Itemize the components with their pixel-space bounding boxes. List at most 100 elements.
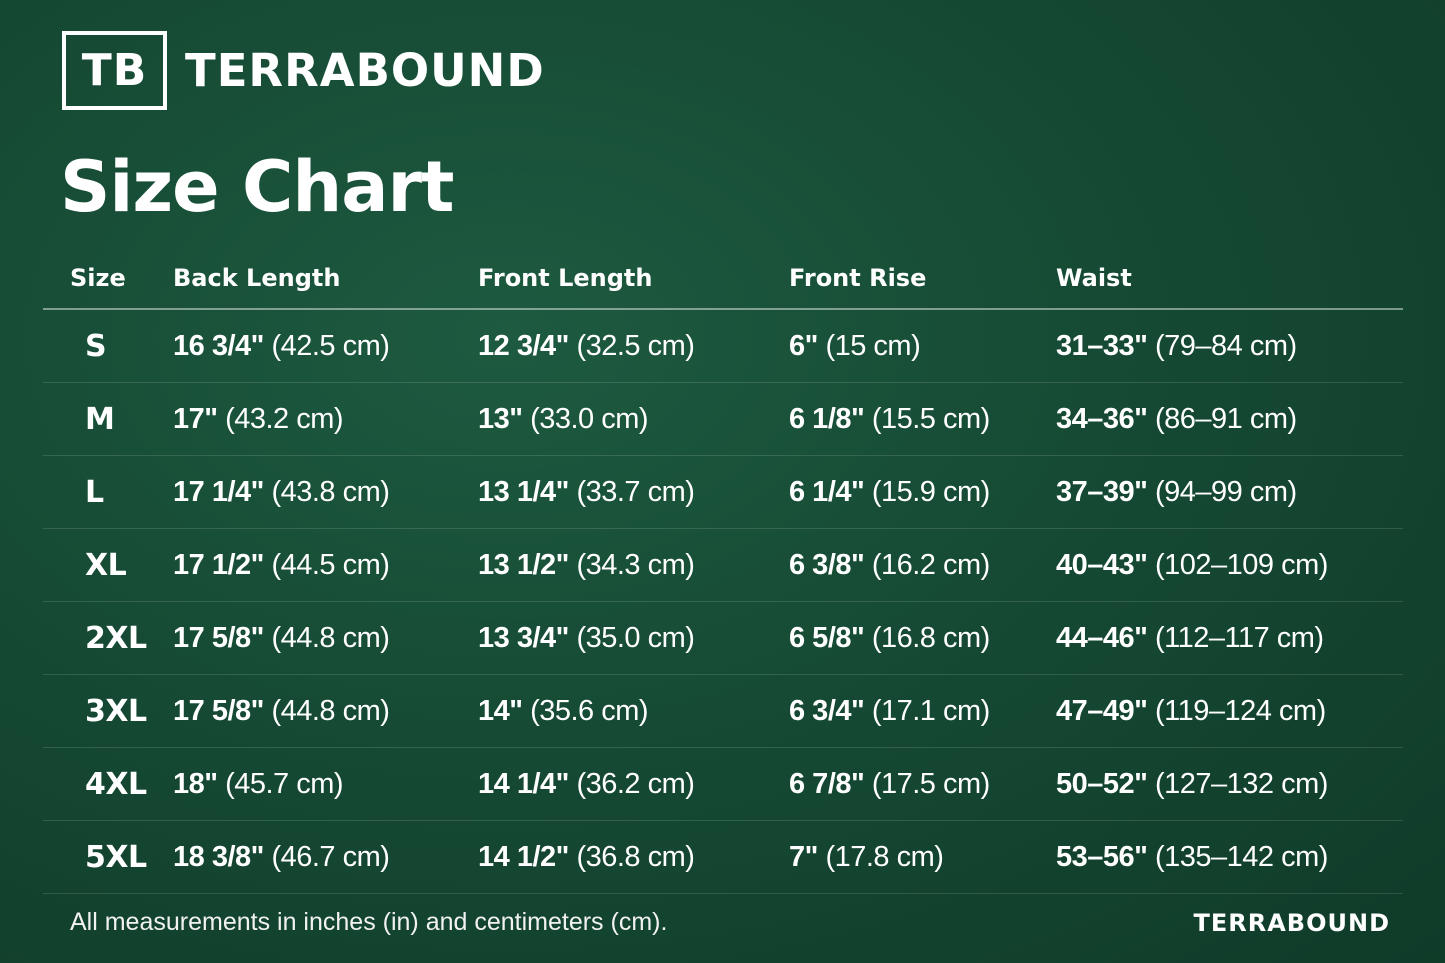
back-length-cm: (45.7 cm) — [225, 767, 344, 800]
back-length-in: 17 1/4" — [173, 475, 264, 508]
front-rise-cell: 6 3/4" (17.1 cm) — [789, 674, 1056, 748]
waist-cell: 34–36" (86–91 cm) — [1056, 382, 1403, 456]
measurement-footnote: All measurements in inches (in) and cent… — [70, 908, 668, 936]
size-cell: 4XL — [43, 747, 173, 821]
front-length-in: 14 1/4" — [478, 767, 569, 800]
front-length-cm: (36.2 cm) — [576, 767, 695, 800]
front-rise-cm: (17.8 cm) — [825, 840, 944, 873]
size-cell: 3XL — [43, 674, 173, 748]
front-rise-cm: (16.2 cm) — [871, 548, 990, 581]
page-title: Size Chart — [60, 146, 454, 228]
size-cell: L — [43, 455, 173, 529]
waist-cm: (127–132 cm) — [1154, 767, 1328, 800]
back-length-cell: 17 5/8" (44.8 cm) — [173, 601, 478, 675]
brand-logo: TB TERRABOUND — [62, 31, 545, 110]
back-length-cell: 17 5/8" (44.8 cm) — [173, 674, 478, 748]
table-row: 2XL 17 5/8" (44.8 cm) 13 3/4" (35.0 cm) … — [43, 601, 1403, 675]
front-length-cell: 13 3/4" (35.0 cm) — [478, 601, 789, 675]
size-cell: XL — [43, 528, 173, 602]
waist-cm: (119–124 cm) — [1154, 694, 1326, 727]
waist-in: 31–33" — [1056, 329, 1148, 362]
waist-cm: (135–142 cm) — [1154, 840, 1328, 873]
waist-in: 37–39" — [1056, 475, 1148, 508]
back-length-cell: 18" (45.7 cm) — [173, 747, 478, 821]
table-row: M 17" (43.2 cm) 13" (33.0 cm) 6 1/8" (15… — [43, 382, 1403, 456]
waist-cell: 44–46" (112–117 cm) — [1056, 601, 1403, 675]
table-row: L 17 1/4" (43.8 cm) 13 1/4" (33.7 cm) 6 … — [43, 455, 1403, 529]
back-length-cell: 18 3/8" (46.7 cm) — [173, 820, 478, 894]
waist-in: 34–36" — [1056, 402, 1148, 435]
size-chart-table: Size Back Length Front Length Front Rise… — [43, 247, 1403, 894]
brand-name: TERRABOUND — [185, 44, 545, 97]
waist-cell: 40–43" (102–109 cm) — [1056, 528, 1403, 602]
back-length-cm: (46.7 cm) — [271, 840, 390, 873]
front-length-cm: (33.7 cm) — [576, 475, 695, 508]
front-rise-cm: (17.5 cm) — [871, 767, 990, 800]
back-length-cell: 16 3/4" (42.5 cm) — [173, 309, 478, 383]
back-length-in: 18 3/8" — [173, 840, 264, 873]
waist-cm: (102–109 cm) — [1154, 548, 1328, 581]
back-length-in: 17 5/8" — [173, 694, 264, 727]
back-length-cm: (43.8 cm) — [271, 475, 390, 508]
front-rise-in: 6 7/8" — [789, 767, 865, 800]
back-length-in: 17" — [173, 402, 218, 435]
front-rise-cm: (15.5 cm) — [871, 402, 990, 435]
front-length-cell: 13" (33.0 cm) — [478, 382, 789, 456]
front-rise-cell: 6 7/8" (17.5 cm) — [789, 747, 1056, 821]
front-rise-cell: 6 5/8" (16.8 cm) — [789, 601, 1056, 675]
table-row: 5XL 18 3/8" (46.7 cm) 14 1/2" (36.8 cm) … — [43, 820, 1403, 894]
waist-in: 40–43" — [1056, 548, 1148, 581]
size-cell: M — [43, 382, 173, 456]
back-length-cm: (44.8 cm) — [271, 694, 390, 727]
front-rise-in: 6 1/4" — [789, 475, 865, 508]
back-length-in: 17 1/2" — [173, 548, 264, 581]
header-waist: Waist — [1056, 247, 1403, 310]
back-length-cm: (42.5 cm) — [271, 329, 390, 362]
front-rise-in: 6 1/8" — [789, 402, 865, 435]
front-length-cell: 13 1/2" (34.3 cm) — [478, 528, 789, 602]
table-row: 3XL 17 5/8" (44.8 cm) 14" (35.6 cm) 6 3/… — [43, 674, 1403, 748]
waist-in: 50–52" — [1056, 767, 1148, 800]
front-rise-cell: 6 1/8" (15.5 cm) — [789, 382, 1056, 456]
front-length-in: 13 1/4" — [478, 475, 569, 508]
waist-cm: (79–84 cm) — [1154, 329, 1297, 362]
front-length-cm: (33.0 cm) — [530, 402, 649, 435]
table-header-row: Size Back Length Front Length Front Rise… — [43, 247, 1403, 310]
waist-cell: 53–56" (135–142 cm) — [1056, 820, 1403, 894]
header-front-length: Front Length — [478, 247, 789, 310]
front-rise-cm: (17.1 cm) — [871, 694, 990, 727]
front-rise-in: 6" — [789, 329, 818, 362]
waist-cell: 37–39" (94–99 cm) — [1056, 455, 1403, 529]
front-rise-cell: 7" (17.8 cm) — [789, 820, 1056, 894]
back-length-cell: 17" (43.2 cm) — [173, 382, 478, 456]
front-length-cm: (35.0 cm) — [576, 621, 695, 654]
front-rise-cell: 6 3/8" (16.2 cm) — [789, 528, 1056, 602]
size-cell: 5XL — [43, 820, 173, 894]
front-length-cm: (34.3 cm) — [576, 548, 695, 581]
back-length-cm: (43.2 cm) — [225, 402, 344, 435]
front-rise-in: 6 5/8" — [789, 621, 865, 654]
table-row: XL 17 1/2" (44.5 cm) 13 1/2" (34.3 cm) 6… — [43, 528, 1403, 602]
front-length-cell: 14 1/4" (36.2 cm) — [478, 747, 789, 821]
front-length-in: 13" — [478, 402, 523, 435]
waist-in: 47–49" — [1056, 694, 1148, 727]
back-length-in: 16 3/4" — [173, 329, 264, 362]
back-length-cell: 17 1/2" (44.5 cm) — [173, 528, 478, 602]
front-length-cm: (36.8 cm) — [576, 840, 695, 873]
waist-in: 53–56" — [1056, 840, 1148, 873]
front-length-in: 12 3/4" — [478, 329, 569, 362]
front-length-cell: 14" (35.6 cm) — [478, 674, 789, 748]
waist-cm: (94–99 cm) — [1154, 475, 1297, 508]
footer-brand: TERRABOUND — [1193, 909, 1390, 937]
front-rise-cell: 6 1/4" (15.9 cm) — [789, 455, 1056, 529]
back-length-cm: (44.5 cm) — [271, 548, 390, 581]
front-length-cell: 13 1/4" (33.7 cm) — [478, 455, 789, 529]
waist-cell: 47–49" (119–124 cm) — [1056, 674, 1403, 748]
waist-in: 44–46" — [1056, 621, 1148, 654]
front-length-in: 14 1/2" — [478, 840, 569, 873]
table-row: S 16 3/4" (42.5 cm) 12 3/4" (32.5 cm) 6"… — [43, 309, 1403, 383]
front-length-cm: (35.6 cm) — [530, 694, 649, 727]
front-rise-cm: (15 cm) — [825, 329, 921, 362]
front-rise-cell: 6" (15 cm) — [789, 309, 1056, 383]
waist-cm: (86–91 cm) — [1154, 402, 1297, 435]
